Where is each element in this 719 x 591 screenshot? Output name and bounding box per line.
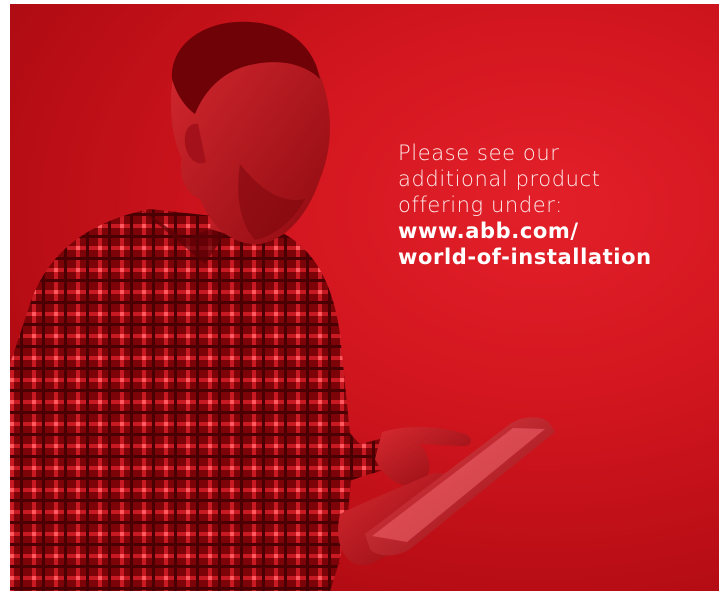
caption-line-1: Please see our <box>398 141 560 165</box>
promo-frame: Please see our additional product offeri… <box>0 0 719 591</box>
man-using-tablet-photo <box>10 21 555 591</box>
caption-line-2: additional product <box>398 167 601 191</box>
caption-line-3: offering under: <box>398 193 563 217</box>
promo-banner: Please see our additional product offeri… <box>10 4 719 591</box>
promo-caption: Please see our additional product offeri… <box>398 140 708 270</box>
website-link-line-2[interactable]: world-of-installation <box>398 244 708 270</box>
website-link-line-1[interactable]: www.abb.com/ <box>398 218 708 244</box>
